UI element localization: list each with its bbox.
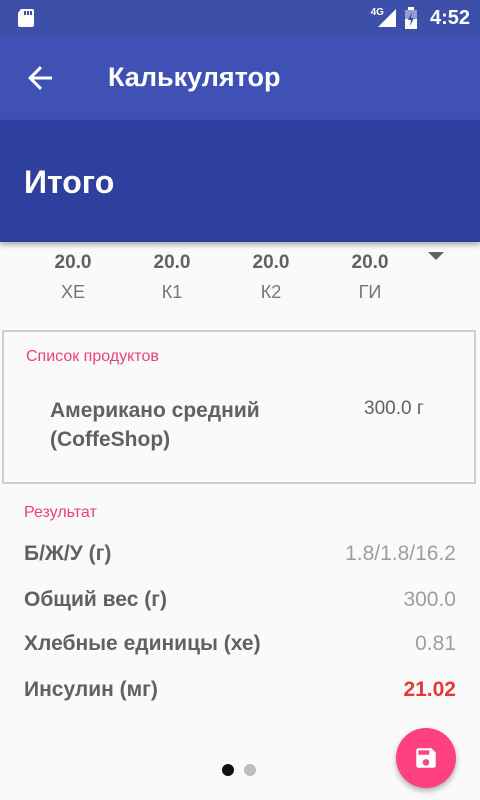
stat-label: К2 <box>260 282 282 302</box>
status-bar: 4G 4:52 <box>0 0 480 36</box>
insulin-value: 21.02 <box>403 678 456 701</box>
stat-gi: 20.0 ГИ <box>320 252 420 303</box>
clock: 4:52 <box>429 6 470 29</box>
stat-value: 20.0 <box>153 252 191 273</box>
stat-value: 20.0 <box>252 252 290 273</box>
stat-label: К1 <box>161 282 183 302</box>
product-weight: 300.0 г <box>364 398 424 419</box>
product-name: Американо средний (CoffeShop) <box>50 399 260 451</box>
stat-value: 20.0 <box>54 252 92 273</box>
result-section-label: Результат <box>24 504 97 521</box>
save-button[interactable] <box>396 728 456 788</box>
stat-label: ГИ <box>358 282 382 302</box>
back-arrow-icon[interactable] <box>24 62 56 94</box>
page-title: Итого <box>24 164 115 200</box>
stats-row: 20.0 ХЕ 20.0 К1 20.0 К2 20.0 ГИ <box>0 252 480 312</box>
network-type-label: 4G <box>370 6 384 18</box>
products-section-label: Список продуктов <box>26 348 159 365</box>
stat-value: 20.0 <box>351 252 389 273</box>
result-key: Инсулин (мг) <box>24 678 158 701</box>
result-key: Б/Ж/У (г) <box>24 542 112 565</box>
summary-header: Итого <box>0 120 480 242</box>
toolbar: Калькулятор <box>0 36 480 120</box>
sd-card-icon <box>18 9 34 27</box>
result-value: 300.0 <box>403 588 456 611</box>
page-dot-active[interactable] <box>222 764 234 776</box>
page-dot[interactable] <box>244 764 256 776</box>
expand-dropdown-icon[interactable] <box>428 252 444 260</box>
result-value: 1.8/1.8/16.2 <box>345 542 456 565</box>
result-key: Хлебные единицы (хе) <box>24 632 261 655</box>
battery-icon <box>404 7 417 29</box>
toolbar-title: Калькулятор <box>108 62 281 92</box>
page-indicator <box>222 764 256 776</box>
products-card: Список продуктов Американо средний (Coff… <box>2 330 476 484</box>
stat-k1: 20.0 К1 <box>122 252 222 303</box>
result-key: Общий вес (г) <box>24 588 167 611</box>
stat-label: ХЕ <box>60 282 85 302</box>
result-value: 0.81 <box>415 632 456 655</box>
stat-k2: 20.0 К2 <box>221 252 321 303</box>
stat-xe: 20.0 ХЕ <box>23 252 123 303</box>
save-icon <box>416 748 436 768</box>
